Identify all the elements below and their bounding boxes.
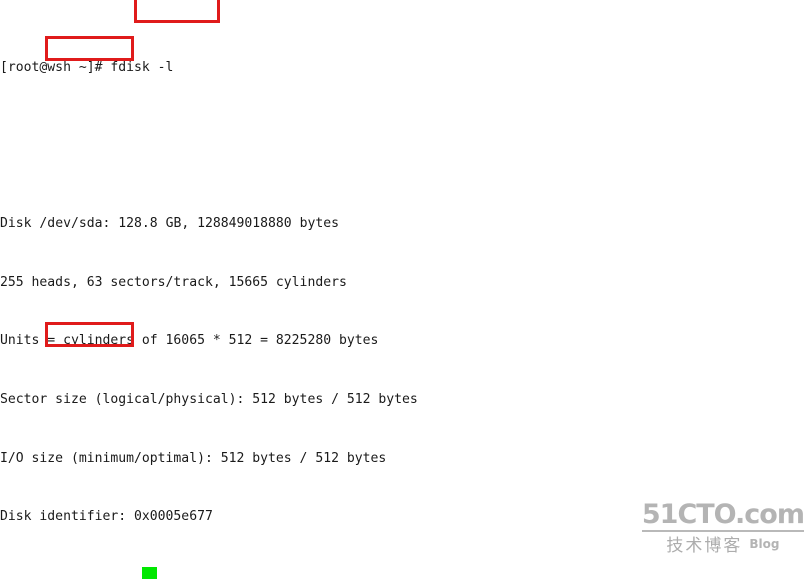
watermark-site: 51CTO.com xyxy=(641,499,805,533)
terminal-output[interactable]: [root@wsh ~]# fdisk -l Disk /dev/sda: 12… xyxy=(0,0,812,579)
prompt-line: [root@wsh ~]# fdisk -l xyxy=(0,59,174,75)
block-cursor xyxy=(142,567,157,579)
disk-units-sda: Units = cylinders of 16065 * 512 = 82252… xyxy=(0,333,379,349)
disk-header-sda: Disk /dev/sda: 128.8 GB, 128849018880 by… xyxy=(0,214,812,234)
watermark: 51CTO.com 技术博客 Blog xyxy=(641,499,805,557)
disk-device-sda: /dev/sda xyxy=(39,216,103,232)
disk-header-prefix-sda: Disk xyxy=(0,216,40,232)
disk-sector-size-sda: Sector size (logical/physical): 512 byte… xyxy=(0,391,418,407)
disk-io-size-sda: I/O size (minimum/optimal): 512 bytes / … xyxy=(0,450,387,466)
watermark-blog: Blog xyxy=(749,537,780,552)
terminal-screen[interactable]: [root@wsh ~]# fdisk -l Disk /dev/sda: 12… xyxy=(0,0,812,579)
disk-geometry-sda: 255 heads, 63 sectors/track, 15665 cylin… xyxy=(0,274,347,290)
watermark-subtitle: 技术博客 Blog xyxy=(642,535,804,557)
disk-header-suffix-sda: : 128.8 GB, 128849018880 bytes xyxy=(102,216,340,232)
watermark-chinese: 技术博客 xyxy=(666,536,743,557)
